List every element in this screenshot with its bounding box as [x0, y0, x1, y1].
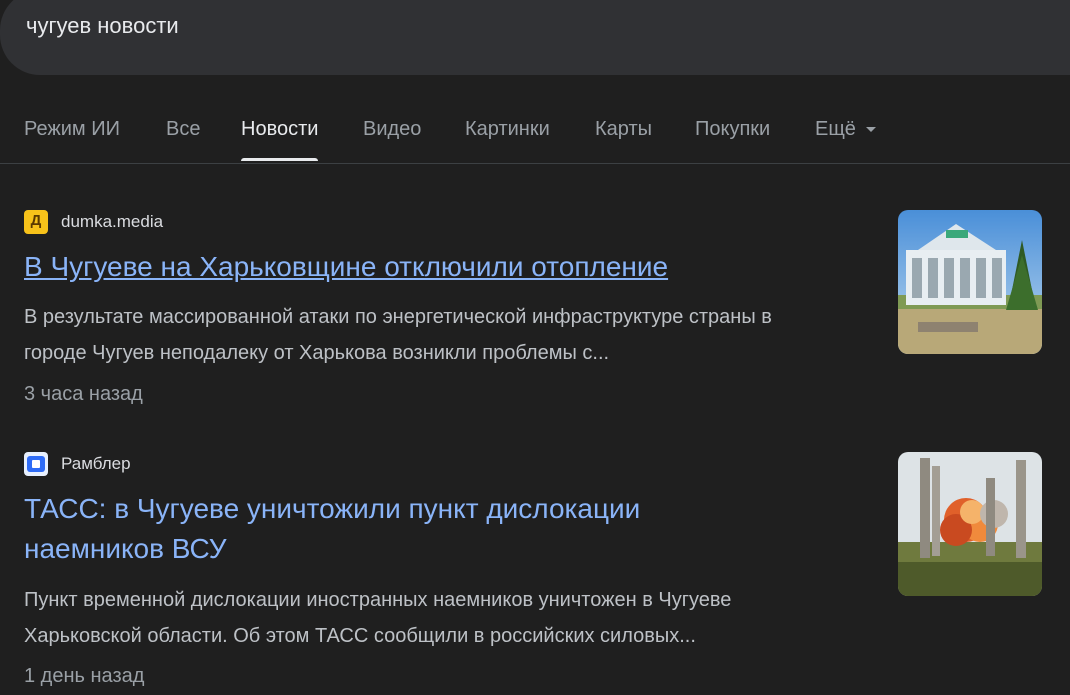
headline-line: наемников ВСУ	[24, 533, 227, 564]
tab-ai-mode[interactable]: Режим ИИ	[24, 118, 120, 141]
result-thumbnail[interactable]	[898, 452, 1042, 596]
headline-line: ТАСС: в Чугуеве уничтожили пункт дислока…	[24, 493, 641, 524]
result-snippet: В результате массированной атаки по энер…	[24, 299, 884, 371]
favicon-letter: Д	[30, 212, 42, 229]
tab-news[interactable]: Новости	[241, 118, 319, 161]
result-headline-link[interactable]: В Чугуеве на Харьковщине отключили отопл…	[24, 247, 864, 287]
chevron-down-icon	[865, 127, 876, 133]
dumka-favicon-icon: Д	[24, 210, 48, 234]
tab-maps[interactable]: Карты	[595, 118, 652, 141]
result-time: 1 день назад	[24, 665, 145, 687]
explosion-photo-icon	[898, 452, 1042, 596]
result-snippet: Пункт временной дислокации иностранных н…	[24, 582, 884, 654]
snippet-line: Харьковской области. Об этом ТАСС сообщи…	[24, 625, 696, 647]
search-input[interactable]	[24, 12, 1028, 40]
result-headline-link[interactable]: ТАСС: в Чугуеве уничтожили пункт дислока…	[24, 489, 864, 569]
result-source[interactable]: Д dumka.media	[24, 209, 163, 235]
source-name: Рамблер	[61, 454, 131, 473]
snippet-line: городе Чугуев неподалеку от Харькова воз…	[24, 342, 610, 364]
source-name: dumka.media	[61, 212, 164, 231]
snippet-line: Пункт временной дислокации иностранных н…	[24, 589, 732, 611]
snippet-line: В результате массированной атаки по энер…	[24, 306, 772, 328]
tab-more[interactable]: Ещё	[815, 118, 876, 141]
tab-all[interactable]: Все	[166, 118, 200, 141]
rambler-favicon-icon	[24, 452, 48, 476]
search-bar[interactable]	[0, 0, 1070, 75]
tab-shopping[interactable]: Покупки	[695, 118, 770, 141]
result-source[interactable]: Рамблер	[24, 451, 131, 477]
result-thumbnail[interactable]	[898, 210, 1042, 354]
tab-images[interactable]: Картинки	[465, 118, 550, 141]
search-tabs: Режим ИИ Все Новости Видео Картинки Карт…	[0, 100, 1070, 164]
tab-video[interactable]: Видео	[363, 118, 421, 141]
building-photo-icon	[898, 210, 1042, 354]
result-time: 3 часа назад	[24, 383, 143, 405]
tab-more-label: Ещё	[815, 118, 856, 140]
